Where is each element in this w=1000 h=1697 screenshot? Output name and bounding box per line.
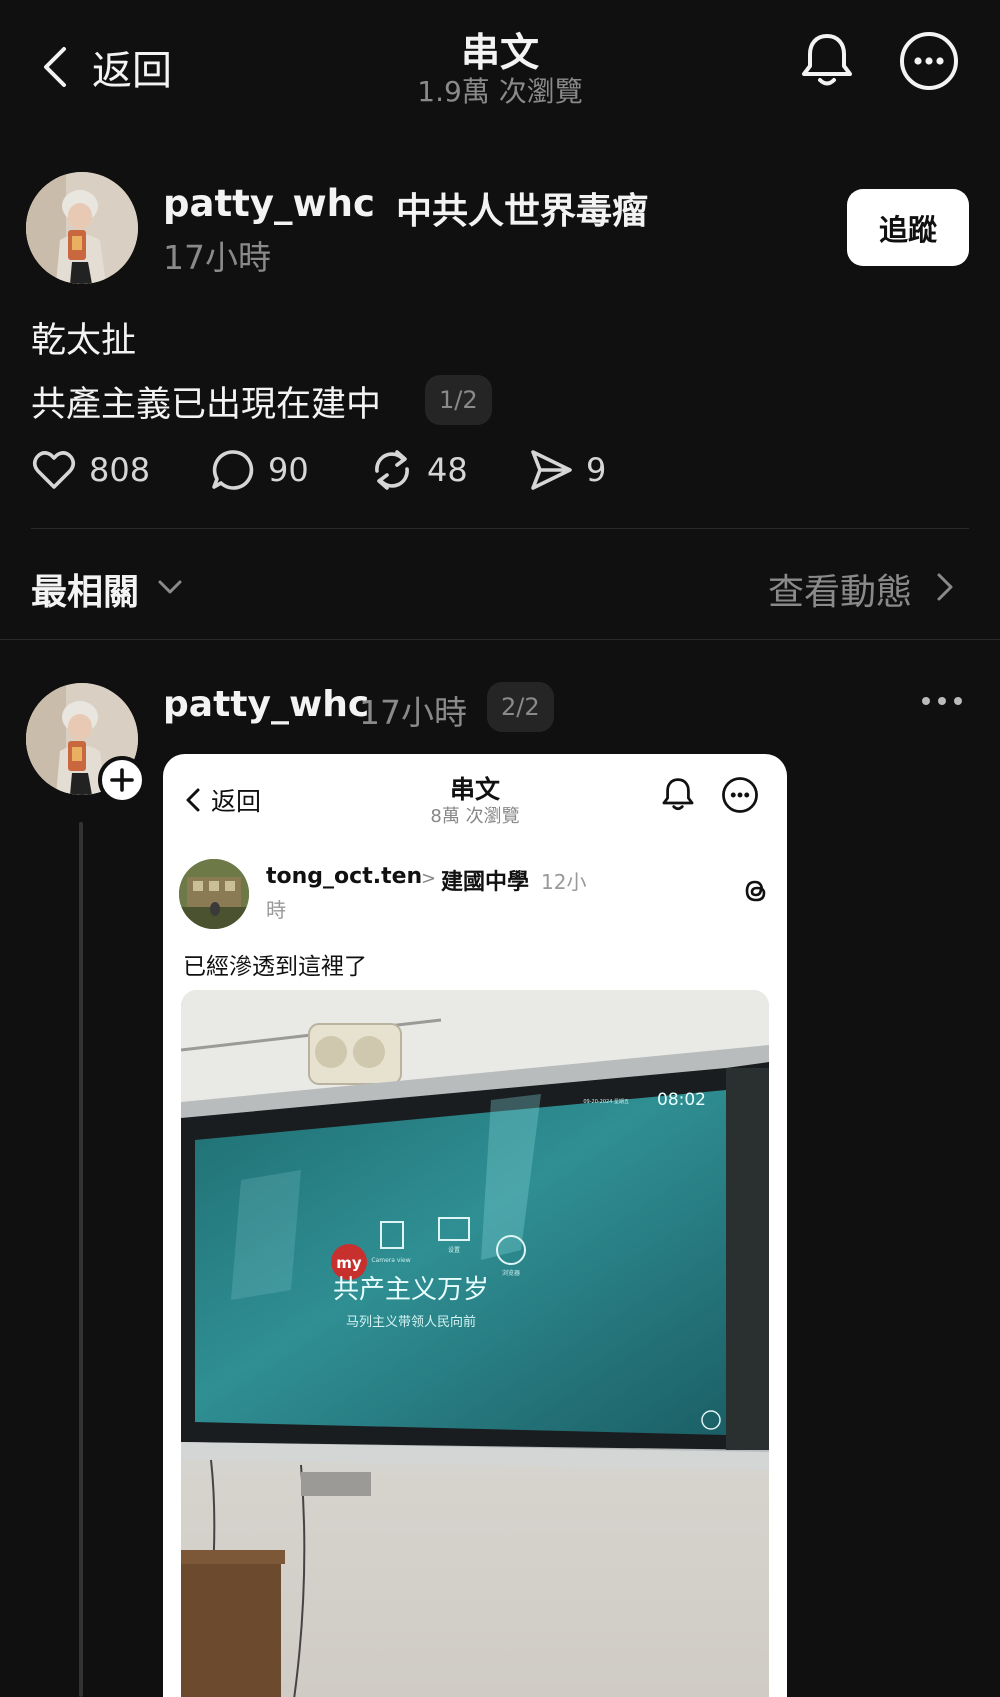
screen-clock: 08:02	[657, 1090, 706, 1110]
embedded-post-text: 已經滲透到這裡了	[183, 954, 367, 980]
embedded-username: tong_oct.ten	[266, 864, 423, 889]
thread-page-indicator: 2/2	[487, 682, 554, 732]
thread-page-indicator: 1/2	[425, 375, 492, 425]
more-horizontal-icon[interactable]	[920, 690, 964, 712]
chevron-down-icon[interactable]	[156, 573, 184, 601]
threads-logo-icon	[745, 880, 766, 902]
divider	[31, 528, 969, 529]
divider	[0, 639, 1000, 640]
repost-button[interactable]: 48	[369, 446, 468, 494]
comment-count: 90	[268, 451, 309, 489]
send-icon	[531, 450, 572, 490]
share-count: 9	[586, 451, 607, 489]
post-timestamp: 17小時	[163, 238, 271, 277]
reply-username[interactable]: patty_whc	[163, 684, 369, 725]
comment-icon	[212, 450, 254, 490]
repost-count: 48	[427, 451, 468, 489]
classroom-screen-photo: 08:02 09-20-2024 星期五 my Camera view 设置 浏…	[181, 990, 769, 1697]
screen-icon-label: 设置	[448, 1246, 460, 1254]
repost-icon	[375, 450, 409, 490]
screen-date: 09-20-2024 星期五	[583, 1099, 629, 1105]
like-button[interactable]: 808	[31, 446, 150, 494]
post-text-line: 共產主義已出現在建中	[31, 385, 382, 425]
author-username[interactable]: patty_whc	[163, 182, 375, 225]
share-button[interactable]: 9	[528, 446, 606, 494]
like-count: 808	[89, 451, 151, 489]
top-navigation-bar: 返回 串文 1.9萬 次瀏覽	[0, 0, 1000, 130]
reply-timestamp: 17小時	[359, 693, 467, 732]
post-text-line: 乾太扯	[31, 321, 137, 361]
follow-plus-button[interactable]	[98, 756, 146, 804]
thread-connector-line	[79, 822, 83, 1697]
attached-screenshot-image[interactable]: 返回 串文 8萬 次瀏覽 tong_oct.ten > 建國中學 12小 時 已…	[163, 754, 787, 1697]
bell-icon	[662, 778, 694, 811]
more-options-icon[interactable]	[898, 30, 960, 92]
plus-icon	[110, 768, 134, 792]
screen-icon-label: 浏览器	[502, 1269, 520, 1277]
screen-subline: 马列主义带领人民向前	[346, 1314, 476, 1330]
sort-dropdown-label[interactable]: 最相關	[31, 563, 139, 615]
embedded-author-avatar	[179, 859, 249, 929]
chevron-right-icon[interactable]	[934, 571, 956, 603]
embedded-timestamp-wrap: 時	[266, 898, 286, 922]
comment-button[interactable]: 90	[210, 446, 309, 494]
author-avatar[interactable]	[26, 172, 138, 284]
screen-logo: my	[336, 1254, 362, 1272]
embedded-topic-tag: 建國中學	[441, 870, 530, 895]
heart-icon	[32, 451, 76, 489]
more-options-icon	[722, 777, 758, 813]
view-activity-link[interactable]: 查看動態	[768, 563, 912, 615]
post-topic-tag[interactable]: 中共人世界毒瘤	[396, 182, 648, 234]
bell-icon[interactable]	[796, 30, 858, 92]
embedded-timestamp: 12小	[541, 870, 587, 894]
screen-headline: 共产主义万岁	[333, 1275, 489, 1305]
embedded-topic-arrow: >	[421, 868, 437, 889]
follow-button[interactable]: 追蹤	[847, 189, 969, 266]
screen-icon-label: Camera view	[371, 1257, 410, 1264]
